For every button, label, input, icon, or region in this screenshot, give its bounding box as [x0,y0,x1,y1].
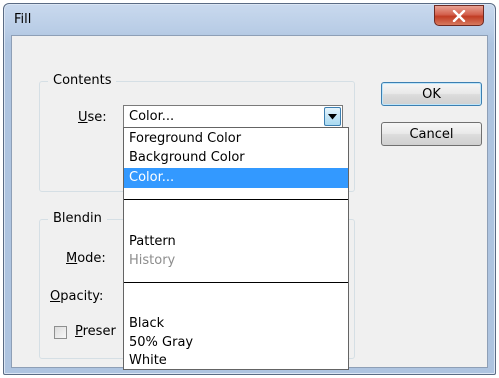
list-item-color[interactable]: Color... [124,168,348,188]
list-item-background-color[interactable]: Background Color [124,148,348,168]
list-item-white[interactable]: White [124,351,348,371]
opacity-label: Opacity: [50,289,104,304]
preserve-transparency-checkbox[interactable] [54,326,67,339]
list-item-foreground-color[interactable]: Foreground Color [124,129,348,149]
preserve-label: Preser [75,324,116,339]
list-item-black[interactable]: Black [124,314,348,334]
list-item-50-gray[interactable]: 50% Gray [124,333,348,353]
use-dropdown-list: Foreground Color Background Color Color.… [123,127,349,370]
dialog-body: Contents Use: Color... Blendin Mode: Opa… [11,35,488,370]
window-title: Fill [14,12,32,27]
mode-label: Mode: [66,251,106,266]
cancel-button[interactable]: Cancel [381,122,482,146]
ok-button[interactable]: OK [381,82,482,106]
close-button[interactable] [434,5,484,26]
list-separator [124,199,348,200]
use-select-value: Color... [129,109,175,124]
use-label: Use: [78,110,107,125]
fill-dialog: Fill Contents Use: Color... Blendin Mode… [3,3,496,375]
contents-legend: Contents [48,73,117,89]
list-item-history: History [129,253,176,268]
list-item-pattern[interactable]: Pattern [124,232,348,252]
title-bar[interactable]: Fill [4,4,495,34]
close-icon [452,9,466,22]
chevron-down-icon [328,113,337,119]
dropdown-arrow-button[interactable] [324,107,341,126]
list-separator [124,282,348,283]
use-select[interactable]: Color... [123,105,343,128]
blending-legend: Blendin [48,211,107,227]
